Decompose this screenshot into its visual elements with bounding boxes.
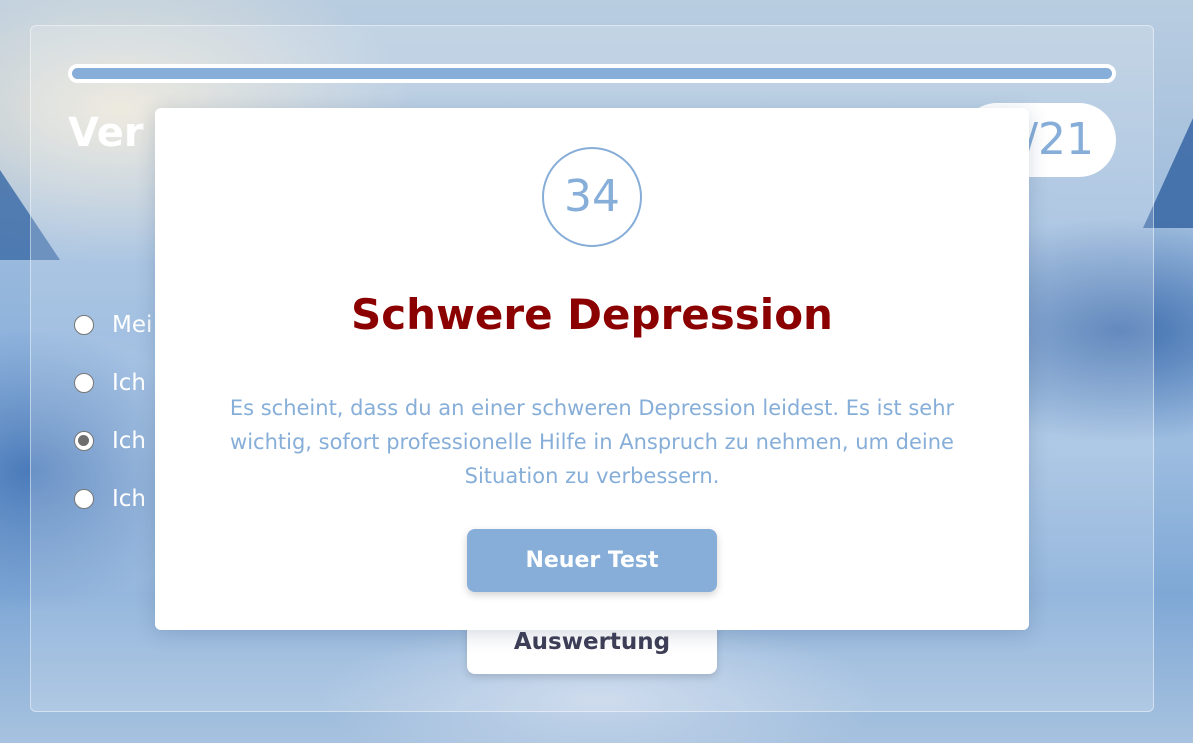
new-test-button[interactable]: Neuer Test [467, 529, 717, 592]
progress-bar [68, 64, 1116, 83]
radio-button[interactable] [74, 315, 94, 335]
result-modal: 34 Schwere Depression Es scheint, dass d… [155, 108, 1029, 630]
answer-option[interactable]: Mei [74, 296, 152, 354]
answer-option[interactable]: Ich [74, 470, 152, 528]
radio-button-selected[interactable] [74, 431, 94, 451]
answer-label: Mei [112, 312, 153, 338]
radio-button[interactable] [74, 373, 94, 393]
result-title: Schwere Depression [351, 290, 833, 339]
answer-options: Mei Ich Ich Ich [74, 296, 152, 528]
answer-label: Ich [112, 428, 147, 454]
answer-option[interactable]: Ich [74, 354, 152, 412]
radio-button[interactable] [74, 489, 94, 509]
answer-label: Ich [112, 486, 147, 512]
answer-label: Ich [112, 370, 147, 396]
score-circle: 34 [542, 147, 642, 247]
question-title: Ver [68, 110, 144, 156]
answer-option[interactable]: Ich [74, 412, 152, 470]
progress-bar-fill [72, 68, 1112, 79]
result-description: Es scheint, dass du an einer schweren De… [229, 396, 955, 488]
